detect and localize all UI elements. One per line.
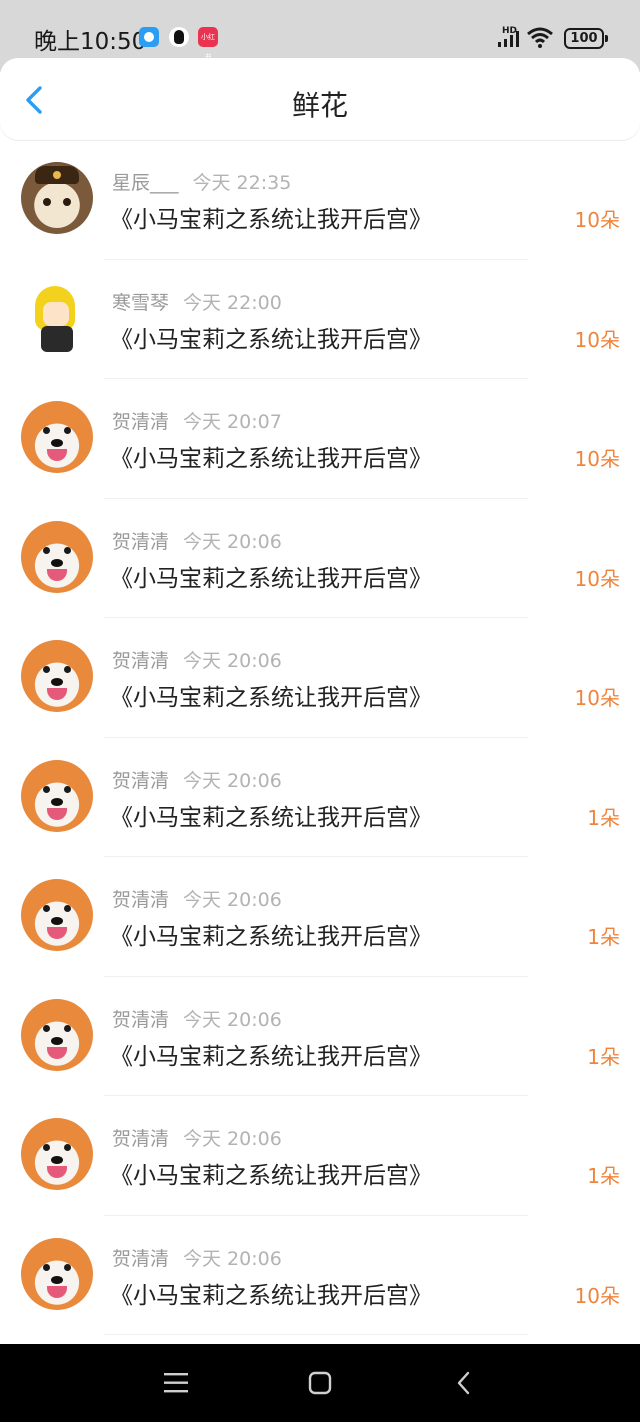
signal-icon [498,31,519,47]
avatar[interactable] [21,281,93,354]
list-item[interactable]: 贺清清 今天 20:06 《小马宝莉之系统让我开后宫》 10朵 [0,1216,640,1335]
book-title[interactable]: 《小马宝莉之系统让我开后宫》 [110,798,432,832]
flower-amount: 10朵 [574,1283,620,1308]
timestamp: 今天 22:00 [183,291,282,314]
avatar[interactable] [21,162,93,234]
flower-amount: 10朵 [574,208,620,232]
user-name[interactable]: 贺清清 [112,411,169,433]
menu-icon [164,1373,188,1393]
user-name[interactable]: 贺清清 [112,770,169,792]
list-item[interactable]: 贺清清 今天 20:06 《小马宝莉之系统让我开后宫》 1朵 [0,738,640,857]
user-name[interactable]: 寒雪琴 [112,292,169,314]
list-item[interactable]: 贺清清 今天 20:06 《小马宝莉之系统让我开后宫》 10朵 [0,499,640,618]
book-title[interactable]: 《小马宝莉之系统让我开后宫》 [110,559,432,593]
avatar[interactable] [21,879,93,951]
user-name[interactable]: 贺清清 [112,531,169,553]
system-back-button[interactable] [450,1370,478,1396]
timestamp: 今天 20:06 [183,530,282,553]
battery-icon: 100 [564,28,608,49]
timestamp: 今天 22:35 [192,172,292,194]
user-name[interactable]: 贺清清 [112,1128,169,1150]
avatar[interactable] [21,640,93,712]
divider [104,1334,528,1335]
status-time: 晚上10:50 [34,29,147,55]
flower-amount: 10朵 [574,686,620,710]
xiaohongshu-icon: 小红书 [198,27,218,61]
list-item[interactable]: 贺清清 今天 20:06 《小马宝莉之系统让我开后宫》 1朵 [0,977,640,1096]
flower-amount: 10朵 [574,566,620,591]
back-icon [457,1371,470,1395]
wifi-icon [527,27,553,48]
avatar[interactable] [21,1237,93,1310]
timestamp: 今天 20:06 [183,1128,282,1150]
avatar[interactable] [21,401,93,473]
flower-amount: 1朵 [587,805,620,830]
qq-icon [169,27,189,47]
timestamp: 今天 20:06 [183,650,282,672]
page-title: 鲜花 [291,89,348,122]
user-name[interactable]: 贺清清 [112,650,169,672]
flower-amount: 1朵 [587,925,620,949]
avatar[interactable] [21,520,93,593]
list-item[interactable]: 星辰___ 今天 22:35 《小马宝莉之系统让我开后宫》 10朵 [0,140,640,260]
list-item[interactable]: 贺清清 今天 20:06 《小马宝莉之系统让我开后宫》 1朵 [0,1096,640,1216]
book-title[interactable]: 《小马宝莉之系统让我开后宫》 [110,1037,432,1071]
timestamp: 今天 20:06 [183,769,282,792]
book-title[interactable]: 《小马宝莉之系统让我开后宫》 [110,1276,432,1310]
user-name[interactable]: 贺清清 [112,1248,169,1270]
book-title[interactable]: 《小马宝莉之系统让我开后宫》 [110,678,432,712]
user-name[interactable]: 贺清清 [112,1009,169,1031]
app-header: 鲜花 [0,58,640,140]
flower-amount: 1朵 [587,1164,620,1188]
flower-amount: 10朵 [574,327,620,352]
avatar[interactable] [21,1118,93,1190]
avatar[interactable] [21,998,93,1071]
flower-amount: 1朵 [587,1044,620,1069]
system-nav-bar [0,1344,640,1422]
timestamp: 今天 20:06 [183,1008,282,1031]
user-name[interactable]: 贺清清 [112,889,169,911]
book-title[interactable]: 《小马宝莉之系统让我开后宫》 [110,1156,432,1190]
timestamp: 今天 20:06 [183,1247,282,1270]
recent-apps-button[interactable] [162,1370,190,1396]
timestamp: 今天 20:07 [183,411,282,433]
list-item[interactable]: 贺清清 今天 20:06 《小马宝莉之系统让我开后宫》 10朵 [0,618,640,738]
timestamp: 今天 20:06 [183,889,282,911]
flower-record-list[interactable]: 星辰___ 今天 22:35 《小马宝莉之系统让我开后宫》 10朵 寒雪琴 今天 2… [0,140,640,1344]
book-title[interactable]: 《小马宝莉之系统让我开后宫》 [110,200,432,234]
book-title[interactable]: 《小马宝莉之系统让我开后宫》 [110,320,432,354]
list-item[interactable]: 贺清清 今天 20:07 《小马宝莉之系统让我开后宫》 10朵 [0,379,640,499]
book-title[interactable]: 《小马宝莉之系统让我开后宫》 [110,917,432,951]
list-item[interactable]: 贺清清 今天 20:06 《小马宝莉之系统让我开后宫》 1朵 [0,857,640,977]
flower-amount: 10朵 [574,447,620,471]
message-app-icon [139,27,159,47]
user-name[interactable]: 星辰___ [112,172,179,194]
book-title[interactable]: 《小马宝莉之系统让我开后宫》 [110,439,432,473]
avatar[interactable] [21,759,93,832]
home-button[interactable] [306,1370,334,1396]
list-item[interactable]: 寒雪琴 今天 22:00 《小马宝莉之系统让我开后宫》 10朵 [0,260,640,379]
home-icon [308,1371,332,1395]
